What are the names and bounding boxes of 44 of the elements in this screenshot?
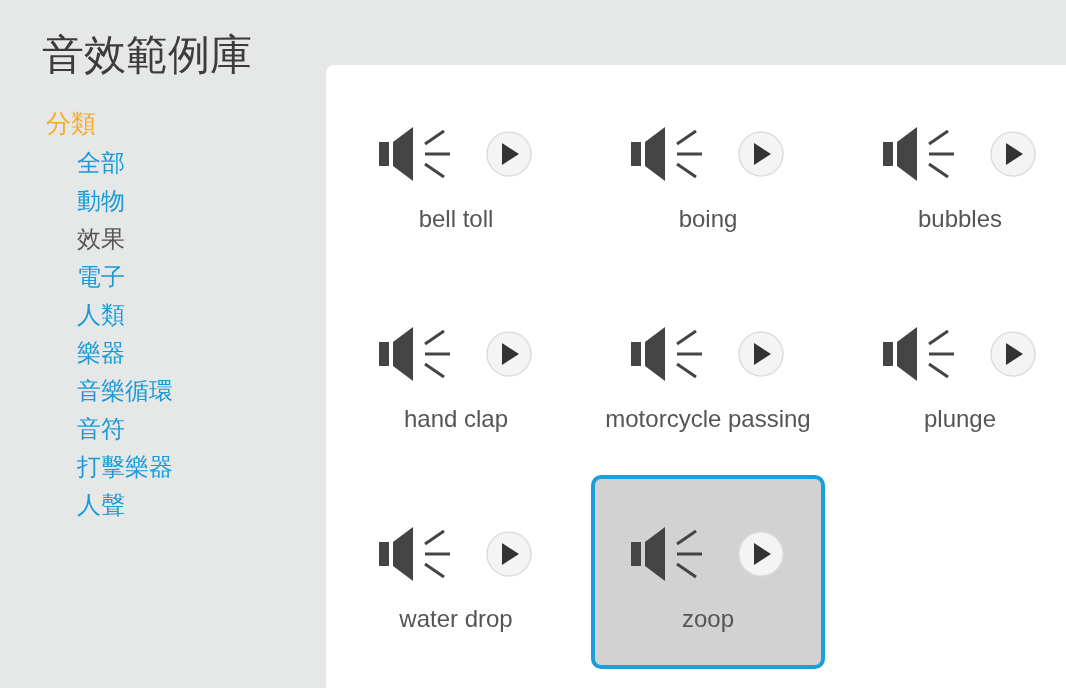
speaker-icon xyxy=(379,325,453,383)
category-link[interactable]: 打擊樂器 xyxy=(77,448,173,486)
speaker-icon xyxy=(883,125,957,183)
sound-card[interactable]: bell toll xyxy=(339,75,573,269)
sound-card[interactable]: motorcycle passing xyxy=(591,275,825,469)
sound-name: plunge xyxy=(923,405,997,433)
play-button[interactable] xyxy=(485,130,533,178)
play-button[interactable] xyxy=(737,330,785,378)
play-button[interactable] xyxy=(485,330,533,378)
sound-name: bell toll xyxy=(418,205,494,233)
category-link[interactable]: 全部 xyxy=(77,144,125,182)
category-link[interactable]: 人類 xyxy=(77,296,125,334)
sound-card[interactable]: hand clap xyxy=(339,275,573,469)
play-button[interactable] xyxy=(737,530,785,578)
play-button[interactable] xyxy=(737,130,785,178)
sound-card[interactable]: plunge xyxy=(843,275,1066,469)
library-title: 音效範例庫 xyxy=(42,30,253,80)
play-button[interactable] xyxy=(989,330,1037,378)
sound-card[interactable]: water drop xyxy=(339,475,573,669)
sound-card[interactable]: zoop xyxy=(591,475,825,669)
category-link[interactable]: 人聲 xyxy=(77,486,125,524)
speaker-icon xyxy=(379,525,453,583)
category-link[interactable]: 音樂循環 xyxy=(77,372,173,410)
category-link[interactable]: 效果 xyxy=(77,220,125,258)
speaker-icon xyxy=(631,325,705,383)
speaker-icon xyxy=(631,125,705,183)
speaker-icon xyxy=(631,525,705,583)
sound-name: zoop xyxy=(681,605,734,633)
category-link[interactable]: 樂器 xyxy=(77,334,125,372)
sound-name: boing xyxy=(678,205,738,233)
play-button[interactable] xyxy=(989,130,1037,178)
sound-card[interactable]: boing xyxy=(591,75,825,269)
sound-name: bubbles xyxy=(917,205,1003,233)
category-heading: 分類 xyxy=(46,108,97,139)
category-link[interactable]: 電子 xyxy=(77,258,125,296)
sound-name: motorcycle passing xyxy=(605,405,811,433)
sound-name: water drop xyxy=(399,605,513,633)
category-link[interactable]: 動物 xyxy=(77,182,125,220)
sound-card[interactable]: bubbles xyxy=(843,75,1066,269)
speaker-icon xyxy=(883,325,957,383)
category-link[interactable]: 音符 xyxy=(77,410,125,448)
sound-name: hand clap xyxy=(403,405,509,433)
play-button[interactable] xyxy=(485,530,533,578)
speaker-icon xyxy=(379,125,453,183)
